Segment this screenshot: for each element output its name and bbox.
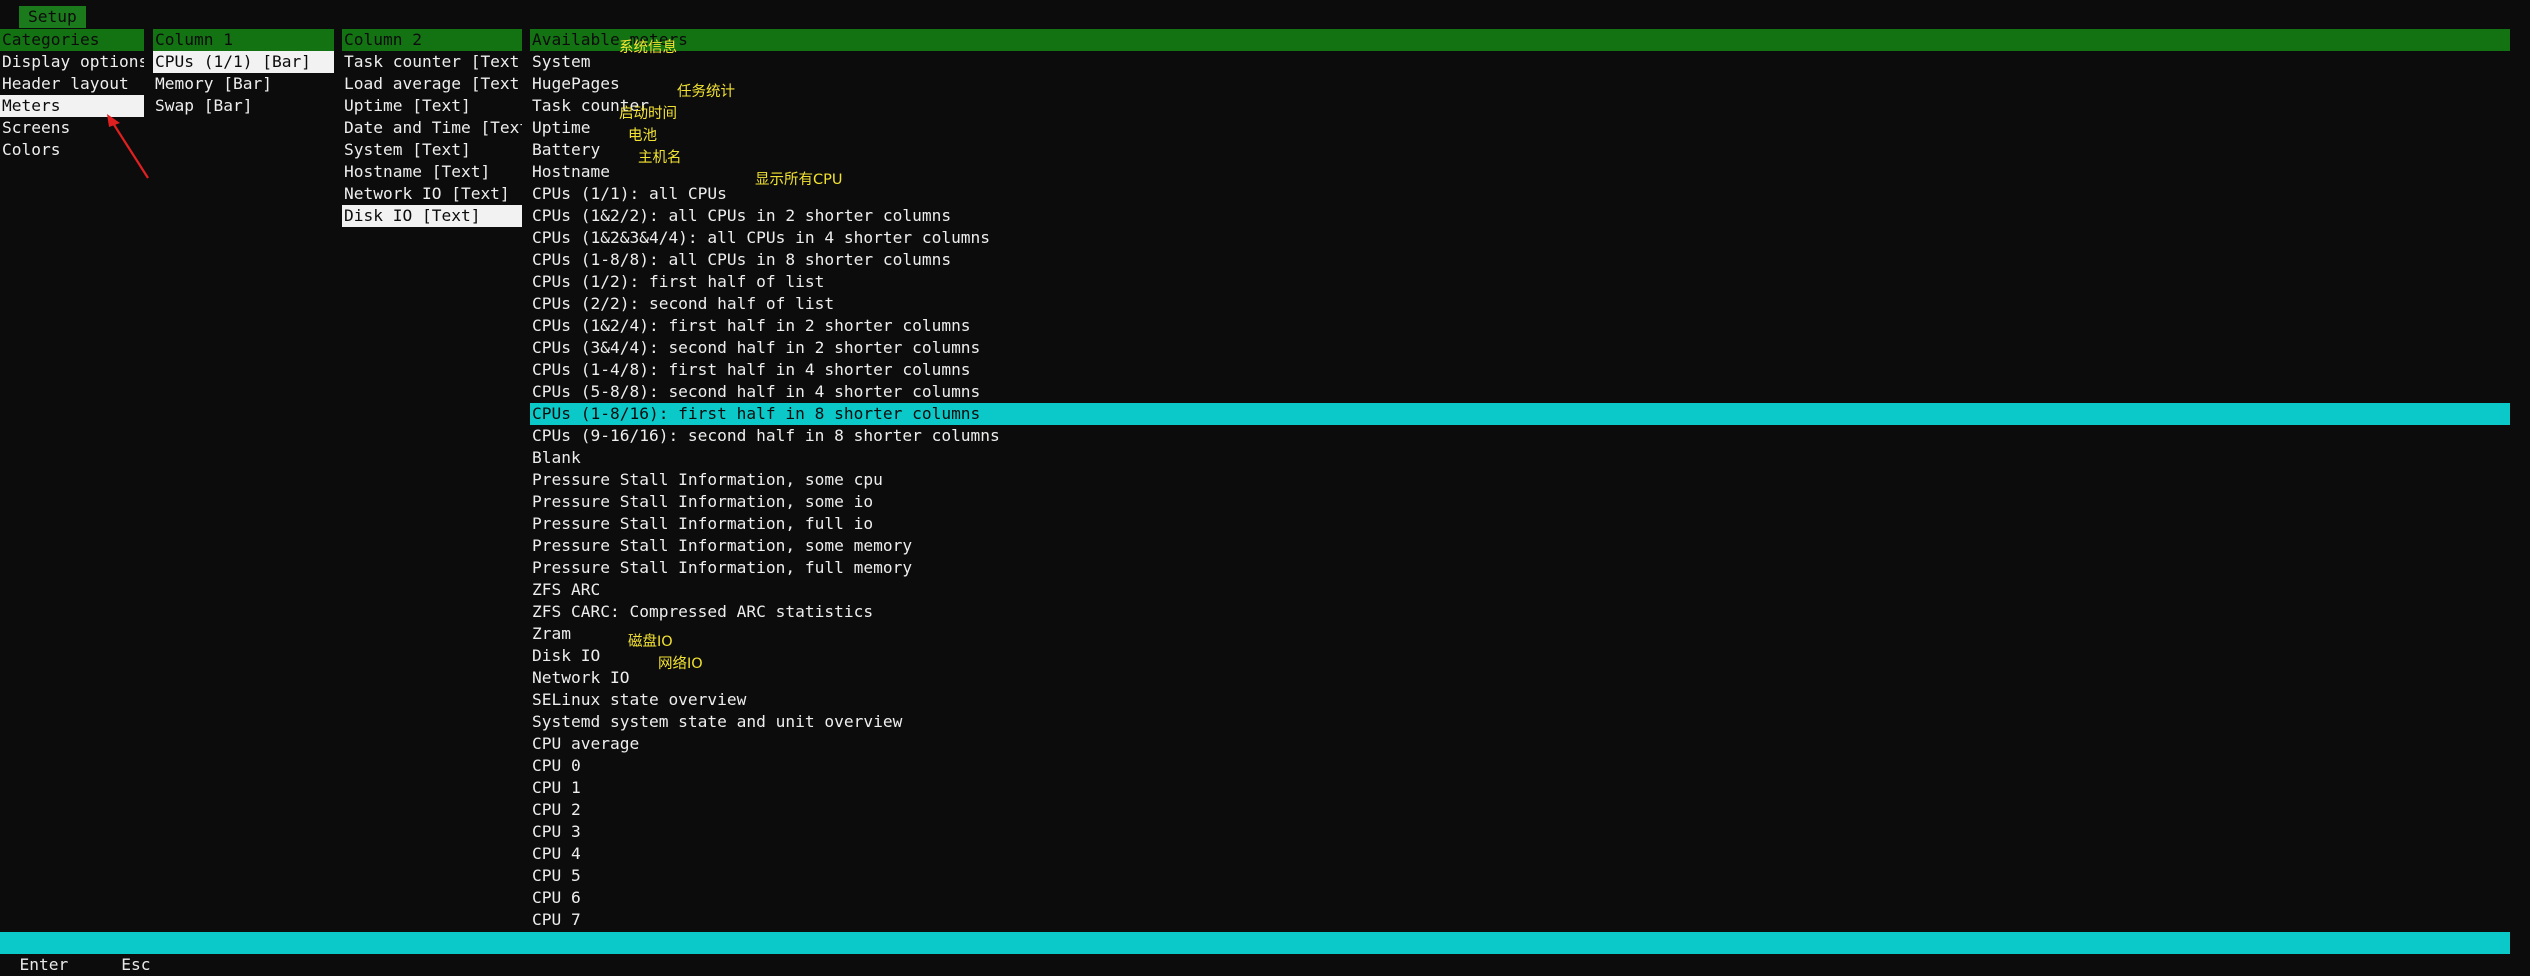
available-meter-item[interactable]: CPUs (1-4/8): first half in 4 shorter co… [530,359,2510,381]
available-meter-item[interactable]: System [530,51,2510,73]
column1-header: Column 1 [153,29,334,51]
available-meter-item[interactable]: ZFS CARC: Compressed ARC statistics [530,601,2510,623]
available-meter-item[interactable]: CPUs (1&2/2): all CPUs in 2 shorter colu… [530,205,2510,227]
available-meter-item[interactable]: CPU 4 [530,843,2510,865]
available-meter-item[interactable]: CPU 2 [530,799,2510,821]
annotation-note: 任务统计 [677,84,735,100]
available-meter-item[interactable]: Pressure Stall Information, some cpu [530,469,2510,491]
annotation-note: 启动时间 [619,106,677,122]
available-meter-item[interactable]: CPUs (3&4/4): second half in 2 shorter c… [530,337,2510,359]
available-meter-item[interactable]: Pressure Stall Information, some memory [530,535,2510,557]
tab-setup[interactable]: Setup [19,6,86,28]
available-meter-item[interactable]: Blank [530,447,2510,469]
column1-meter-item[interactable]: Swap [Bar] [153,95,334,117]
annotation-note: 磁盘IO [628,634,673,650]
available-meter-item[interactable]: CPUs (5-8/8): second half in 4 shorter c… [530,381,2510,403]
available-meter-item[interactable]: Disk IO [530,645,2510,667]
available-meter-item[interactable]: CPU average [530,733,2510,755]
column2-meter-item[interactable]: Date and Time [Text] [342,117,522,139]
esc-key[interactable]: Esc [121,954,151,976]
available-meter-item[interactable]: Pressure Stall Information, some io [530,491,2510,513]
column2-meter-item[interactable]: Load average [Text] [342,73,522,95]
add-action[interactable]: Add [68,954,121,976]
category-item[interactable]: Header layout [0,73,144,95]
available-meter-item[interactable]: CPUs (9-16/16): second half in 8 shorter… [530,425,2510,447]
available-meter-item[interactable]: CPUs (1&2&3&4/4): all CPUs in 4 shorter … [530,227,2510,249]
available-meter-item[interactable]: CPU 7 [530,909,2510,931]
categories-header: Categories [0,29,144,51]
category-item[interactable]: Display options [0,51,144,73]
column2-meter-item[interactable]: System [Text] [342,139,522,161]
done-action[interactable]: Done [150,954,189,976]
column2-meter-item[interactable]: Disk IO [Text] [342,205,522,227]
annotation-note: 网络IO [658,656,703,672]
available-meter-item[interactable]: CPUs (1/2): first half of list [530,271,2510,293]
available-meter-item[interactable]: Battery [530,139,2510,161]
available-meter-item[interactable]: CPU 6 [530,887,2510,909]
footer-bar: EnterAdd EscDone [0,932,2510,976]
available-meter-item[interactable]: Zram [530,623,2510,645]
available-meter-item[interactable]: CPUs (1-8/8): all CPUs in 8 shorter colu… [530,249,2510,271]
available-meter-item[interactable]: SELinux state overview [530,689,2510,711]
available-meter-item[interactable]: Network IO [530,667,2510,689]
column2-meter-item[interactable]: Hostname [Text] [342,161,522,183]
available-meter-item[interactable]: CPU 1 [530,777,2510,799]
column2-meter-item[interactable]: Task counter [Text] [342,51,522,73]
column2-header: Column 2 [342,29,522,51]
available-meter-item[interactable]: CPUs (1-8/16): first half in 8 shorter c… [530,403,2510,425]
column2-meter-item[interactable]: Uptime [Text] [342,95,522,117]
available-meter-item[interactable]: Task counter [530,95,2510,117]
enter-key[interactable]: Enter [19,954,69,976]
available-meters-header: Available meters [530,29,2510,51]
column1-meter-item[interactable]: Memory [Bar] [153,73,334,95]
column1-meter-item[interactable]: CPUs (1/1) [Bar] [153,51,334,73]
available-meter-item[interactable]: HugePages [530,73,2510,95]
column2-meter-item[interactable]: Network IO [Text] [342,183,522,205]
available-meter-item[interactable]: CPU 5 [530,865,2510,887]
annotation-note: 电池 [628,128,657,144]
available-meter-item[interactable]: Pressure Stall Information, full io [530,513,2510,535]
annotation-note: 显示所有CPU [755,172,843,188]
annotation-note: 主机名 [638,150,682,166]
red-arrow-icon [107,114,149,179]
available-meter-item[interactable]: CPUs (1&2/4): first half in 2 shorter co… [530,315,2510,337]
available-meter-item[interactable]: CPUs (2/2): second half of list [530,293,2510,315]
available-meter-item[interactable]: CPU 3 [530,821,2510,843]
available-meter-item[interactable]: Systemd system state and unit overview [530,711,2510,733]
available-meter-item[interactable]: Pressure Stall Information, full memory [530,557,2510,579]
available-meter-item[interactable]: CPU 0 [530,755,2510,777]
available-meter-item[interactable]: Uptime [530,117,2510,139]
available-meter-item[interactable]: ZFS ARC [530,579,2510,601]
annotation-note: 系统信息 [619,40,677,56]
